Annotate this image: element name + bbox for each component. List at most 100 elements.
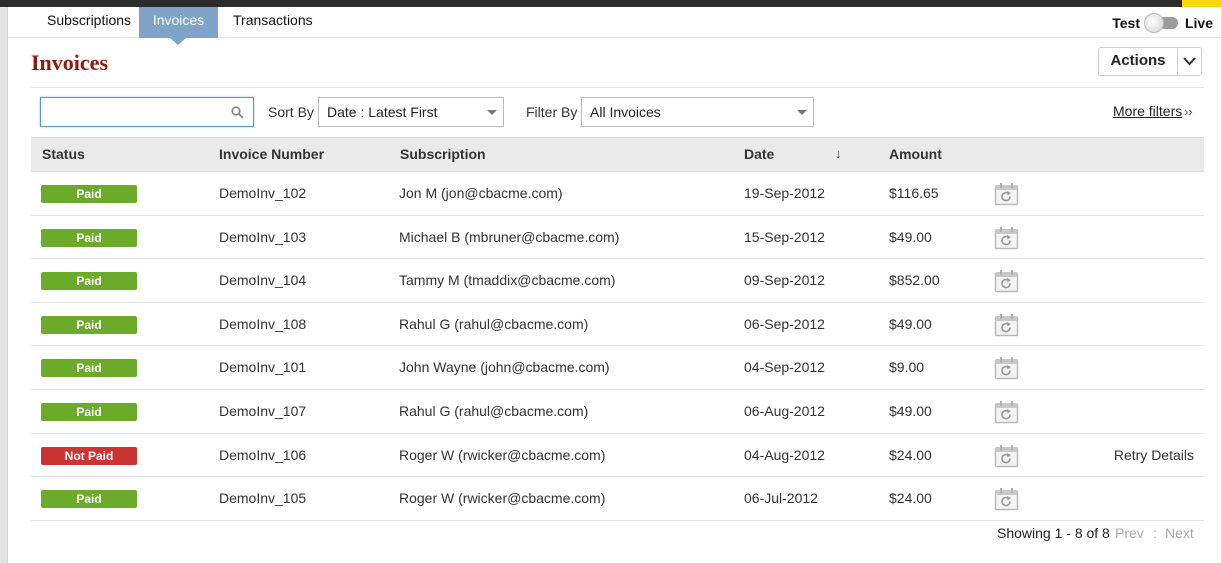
actions-button[interactable]: Actions	[1099, 48, 1177, 75]
status-badge: Paid	[41, 185, 137, 203]
sort-by-label: Sort By	[268, 104, 314, 120]
subscription-customer[interactable]: John Wayne (john@cbacme.com)	[399, 359, 610, 375]
invoice-date: 09-Sep-2012	[744, 272, 825, 289]
pagination-status: Showing 1 - 8 of 8	[997, 525, 1110, 541]
calendar-refresh-icon[interactable]	[994, 226, 1019, 253]
main-panel: Subscriptions Invoices Transactions Test…	[7, 7, 1221, 563]
calendar-refresh-icon[interactable]	[994, 444, 1019, 471]
calendar-refresh-icon[interactable]	[994, 356, 1019, 383]
filter-by-value: All Invoices	[590, 104, 661, 120]
table-row[interactable]: Paid DemoInv_108 Rahul G (rahul@cbacme.com…	[31, 303, 1204, 347]
status-badge: Paid	[41, 272, 137, 291]
table-row[interactable]: Paid DemoInv_105 Roger W (rwicker@cbacme.c…	[31, 477, 1204, 521]
mode-switch: Test Live	[1112, 13, 1213, 33]
tab-invoices[interactable]: Invoices	[139, 7, 218, 45]
invoice-number[interactable]: DemoInv_104	[219, 272, 306, 288]
table-row[interactable]: Paid DemoInv_103 Michael B (mbruner@cbacme…	[31, 216, 1204, 260]
invoice-amount: $24.00	[889, 446, 932, 463]
table-row[interactable]: Paid DemoInv_104 Tammy M (tmaddix@cbacme.c…	[31, 259, 1204, 303]
invoice-amount: $852.00	[889, 272, 940, 289]
status-badge: Paid	[41, 490, 137, 509]
status-badge: Paid	[41, 315, 137, 334]
mode-toggle[interactable]	[1143, 13, 1178, 33]
top-strip-accent	[1182, 0, 1222, 7]
invoice-number[interactable]: DemoInv_101	[219, 359, 306, 375]
actions-dropdown[interactable]: Actions	[1098, 47, 1202, 76]
test-mode-label: Test	[1112, 15, 1140, 31]
subscription-customer[interactable]: Rahul G (rahul@cbacme.com)	[399, 316, 588, 332]
retry-details-link[interactable]: Retry Details	[1114, 447, 1194, 463]
pagination-prev[interactable]: Prev	[1115, 525, 1144, 541]
col-amount[interactable]: Amount	[889, 146, 942, 162]
sort-by-value: Date : Latest First	[327, 104, 438, 120]
more-filters-link[interactable]: More filters	[1113, 103, 1182, 119]
toggle-knob[interactable]	[1143, 13, 1164, 33]
invoice-amount: $49.00	[889, 315, 932, 332]
dropdown-caret-icon	[797, 110, 807, 115]
search-icon[interactable]	[231, 106, 244, 119]
more-filters-arrow-icon: ››	[1184, 104, 1193, 119]
filter-by-label: Filter By	[526, 104, 578, 120]
tab-transactions[interactable]: Transactions	[218, 7, 328, 38]
invoice-number[interactable]: DemoInv_103	[219, 229, 306, 245]
subscription-customer[interactable]: Tammy M (tmaddix@cbacme.com)	[399, 272, 615, 288]
subscription-customer[interactable]: Roger W (rwicker@cbacme.com)	[399, 447, 605, 463]
invoice-date: 06-Jul-2012	[744, 490, 818, 507]
tab-subscriptions[interactable]: Subscriptions	[32, 7, 146, 38]
tab-bar: Subscriptions Invoices Transactions	[8, 7, 1221, 45]
invoice-number[interactable]: DemoInv_108	[219, 316, 306, 332]
subscription-customer[interactable]: Rahul G (rahul@cbacme.com)	[399, 403, 588, 419]
invoices-table: Status Invoice Number Subscription Date …	[31, 137, 1204, 521]
invoice-date: 04-Aug-2012	[744, 446, 825, 463]
invoice-date: 06-Sep-2012	[744, 315, 825, 332]
invoice-amount: $49.00	[889, 228, 932, 245]
page-title: Invoices	[31, 50, 108, 75]
table-row[interactable]: Paid DemoInv_102 Jon M (jon@cbacme.com) 19-…	[31, 172, 1204, 216]
invoice-amount: $9.00	[889, 359, 925, 376]
invoice-number[interactable]: DemoInv_105	[219, 490, 306, 506]
table-row[interactable]: Paid DemoInv_101 John Wayne (john@cbacme.c…	[31, 346, 1204, 390]
title-divider	[31, 87, 1204, 88]
col-subscription[interactable]: Subscription	[400, 146, 486, 162]
calendar-refresh-icon[interactable]	[994, 313, 1019, 340]
table-header: Status Invoice Number Subscription Date …	[31, 137, 1204, 172]
col-date[interactable]: Date	[744, 146, 774, 162]
calendar-refresh-icon[interactable]	[994, 487, 1019, 514]
invoice-amount: $49.00	[889, 402, 932, 419]
top-strip	[0, 0, 1222, 7]
status-badge: Paid	[41, 228, 137, 247]
status-badge: Not Paid	[41, 446, 137, 465]
filter-by-select[interactable]: All Invoices	[581, 97, 814, 127]
search-box[interactable]	[40, 97, 254, 127]
invoice-number[interactable]: DemoInv_102	[219, 185, 306, 201]
pagination-next[interactable]: Next	[1165, 525, 1194, 541]
calendar-refresh-icon[interactable]	[994, 400, 1019, 427]
invoice-date: 06-Aug-2012	[744, 402, 825, 419]
table-row[interactable]: Not Paid DemoInv_106 Roger W (rwicker@cbac…	[31, 434, 1204, 478]
sort-desc-icon: ↓	[835, 146, 842, 161]
invoice-date: 19-Sep-2012	[744, 185, 825, 201]
col-invoice-number[interactable]: Invoice Number	[219, 146, 324, 162]
invoice-amount: $116.65	[889, 185, 939, 201]
invoice-amount: $24.00	[889, 490, 932, 507]
invoice-number[interactable]: DemoInv_107	[219, 403, 306, 419]
invoice-date: 04-Sep-2012	[744, 359, 825, 376]
chevron-down-icon	[1183, 57, 1196, 66]
status-badge: Paid	[41, 359, 137, 378]
invoice-number[interactable]: DemoInv_106	[219, 447, 306, 463]
search-input[interactable]	[46, 99, 226, 125]
subscription-customer[interactable]: Michael B (mbruner@cbacme.com)	[399, 229, 619, 245]
subscription-customer[interactable]: Jon M (jon@cbacme.com)	[399, 185, 563, 201]
status-badge: Paid	[41, 402, 137, 421]
subscription-customer[interactable]: Roger W (rwicker@cbacme.com)	[399, 490, 605, 506]
pagination-separator: :	[1153, 525, 1157, 541]
dropdown-caret-icon	[487, 110, 497, 115]
actions-toggle[interactable]	[1178, 48, 1201, 75]
col-status[interactable]: Status	[42, 146, 85, 162]
calendar-refresh-icon[interactable]	[994, 182, 1019, 209]
table-row[interactable]: Paid DemoInv_107 Rahul G (rahul@cbacme.com…	[31, 390, 1204, 434]
live-mode-label: Live	[1184, 15, 1213, 31]
sort-by-select[interactable]: Date : Latest First	[318, 97, 504, 127]
table-body: Paid DemoInv_102 Jon M (jon@cbacme.com) 19-…	[31, 172, 1204, 521]
calendar-refresh-icon[interactable]	[994, 269, 1019, 296]
